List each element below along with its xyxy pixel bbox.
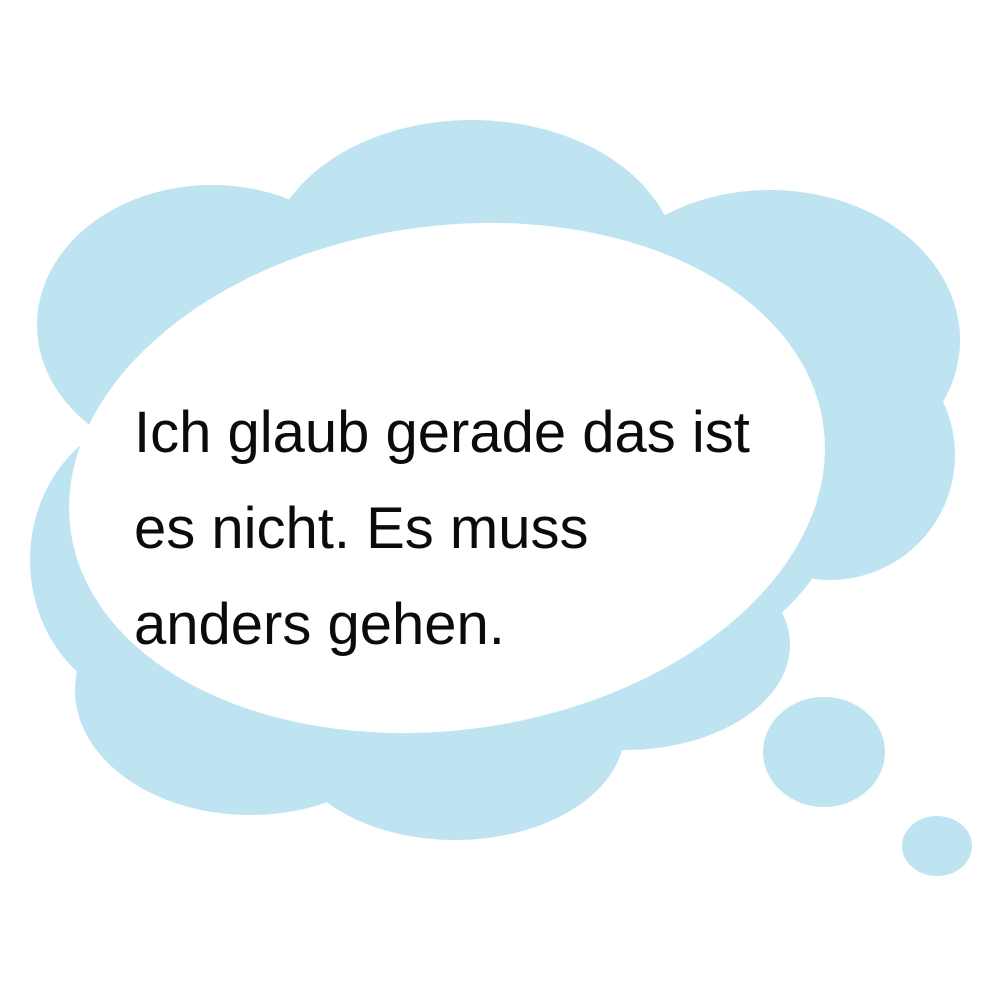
- thought-text-line-1: Ich glaub gerade das ist: [134, 400, 750, 465]
- thought-text-line-2: es nicht. Es muss: [134, 496, 589, 561]
- thought-text: Ich glaub gerade das ist es nicht. Es mu…: [134, 385, 814, 673]
- thought-bubble-illustration: Ich glaub gerade das ist es nicht. Es mu…: [0, 0, 1000, 1000]
- thought-text-line-3: anders gehen.: [134, 592, 505, 657]
- thought-dot-large: [763, 697, 885, 807]
- thought-dot-small: [902, 816, 972, 876]
